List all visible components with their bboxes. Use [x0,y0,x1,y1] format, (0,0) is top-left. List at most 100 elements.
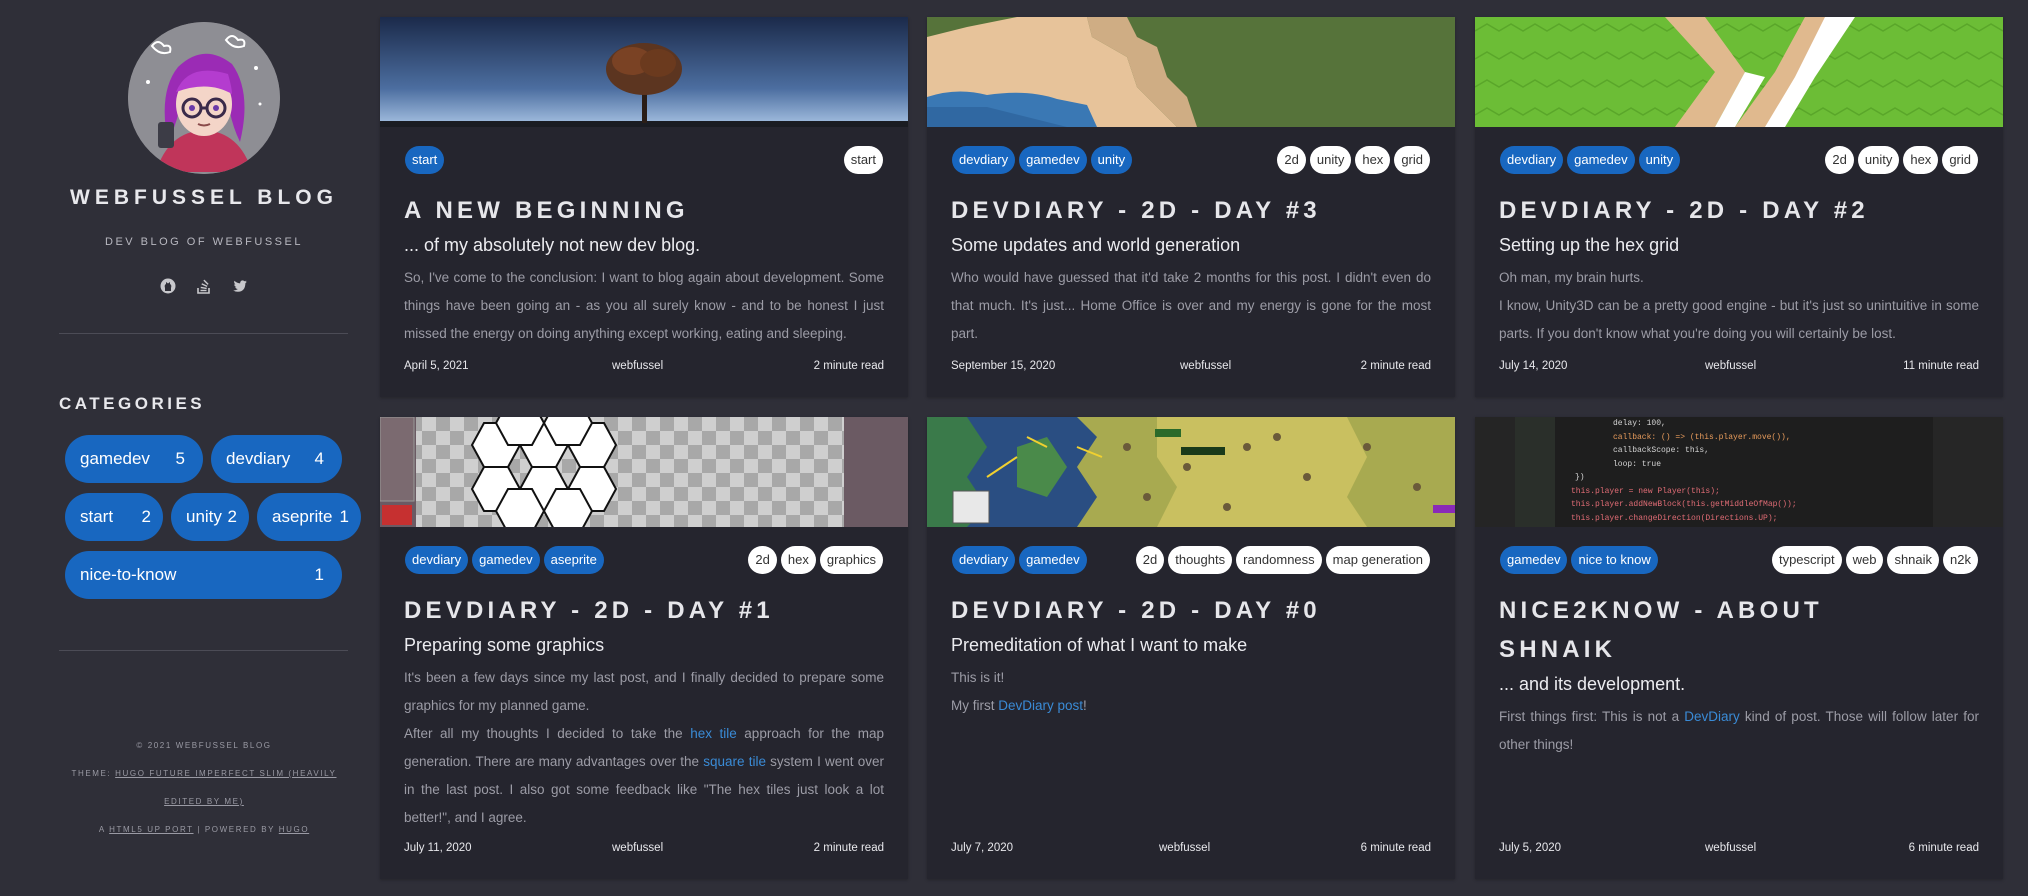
post-tag[interactable]: unity [1309,146,1352,174]
post-tag[interactable]: typescript [1771,546,1842,574]
avatar-illustration [128,22,280,174]
post-title[interactable]: DEVDIARY - 2D - DAY #3 [951,191,1431,230]
post-tags: 2d unity hex grid [1277,146,1430,174]
github-icon[interactable] [160,278,176,294]
category-tag[interactable]: gamedev [1567,146,1635,174]
post-image[interactable] [380,417,908,527]
post-tag[interactable]: shnaik [1887,546,1940,574]
category-tag[interactable]: gamedev [1019,146,1087,174]
devdiary-post-link[interactable]: DevDiary post [998,698,1083,713]
avatar[interactable] [128,22,280,174]
twitter-icon[interactable] [232,278,248,294]
code-gutter-highlight [1515,417,1555,527]
post-tag[interactable]: hex [1903,146,1939,174]
category-tag[interactable]: gamedev [472,546,540,574]
footer-copyright: © 2021 WEBFUSSEL BLOG [136,741,272,750]
post-read-time: 2 minute read [813,842,884,854]
category-tag[interactable]: devdiary [952,146,1016,174]
theme-link-2[interactable]: EDITED BY ME) [164,797,244,806]
post-tag[interactable]: web [1845,546,1884,574]
hex-tile-link[interactable]: hex tile [690,726,737,741]
post-excerpt-paragraph: It's been a few days since my last post,… [404,670,884,713]
post-image[interactable] [927,417,1455,527]
footer-theme: THEME: HUGO FUTURE IMPERFECT SLIM (HEAVI… [59,769,349,778]
post-title[interactable]: DEVDIARY - 2D - DAY #2 [1499,191,1979,230]
post-read-time: 2 minute read [1360,360,1431,372]
sidebar: WEBFUSSEL BLOG DEV BLOG OF WEBFUSSEL CAT… [59,0,361,896]
post-date: September 15, 2020 [951,360,1056,372]
post-image[interactable]: delay: 100, callback: () => (this.player.… [1475,417,2003,527]
post-tag[interactable]: hex [1355,146,1391,174]
theme-link[interactable]: HUGO FUTURE IMPERFECT SLIM (HEAVILY [115,769,336,778]
category-label: devdiary [226,449,291,468]
post-excerpt-paragraph: After all my thoughts I decided to take … [404,720,884,832]
category-aseprite[interactable]: aseprite 1 [257,493,361,541]
category-tag[interactable]: start [405,146,445,174]
category-unity[interactable]: unity 2 [171,493,249,541]
post-author[interactable]: webfussel [612,360,663,372]
post-excerpt-paragraph: First things first: This is not a DevDia… [1499,703,1979,759]
post-image[interactable] [380,17,908,127]
post-tag[interactable]: hex [780,546,816,574]
category-count: 1 [339,507,349,526]
category-gamedev[interactable]: gamedev 5 [65,435,203,483]
post-tags: 2d unity hex grid [1825,146,1978,174]
category-tag[interactable]: devdiary [405,546,469,574]
post-tag[interactable]: map generation [1325,546,1430,574]
post-title[interactable]: NICE2KNOW - ABOUT SHNAIK [1499,591,1979,669]
post-tag[interactable]: n2k [1943,546,1978,574]
category-tag[interactable]: unity [1090,146,1133,174]
post-title[interactable]: DEVDIARY - 2D - DAY #1 [404,591,884,630]
post-tag[interactable]: graphics [819,546,883,574]
post-tag[interactable]: start [843,146,883,174]
footer-port-prefix: A [98,825,106,834]
post-tag[interactable]: 2d [1825,146,1854,174]
category-tag[interactable]: gamedev [1500,546,1568,574]
text: ! [1083,698,1087,713]
post-tag[interactable]: 2d [1277,146,1306,174]
category-tag[interactable]: aseprite [543,546,604,574]
hugo-link[interactable]: HUGO [279,825,309,834]
post-author[interactable]: webfussel [612,842,663,854]
post-date: April 5, 2021 [404,360,469,372]
category-nice-to-know[interactable]: nice-to-know 1 [65,551,342,599]
category-start[interactable]: start 2 [65,493,163,541]
category-tag[interactable]: unity [1638,146,1681,174]
code-gutter [1475,417,1515,527]
post-tag[interactable]: grid [1942,146,1978,174]
stack-overflow-icon[interactable] [196,278,212,294]
devdiary-link[interactable]: DevDiary [1684,709,1740,724]
post-title[interactable]: DEVDIARY - 2D - DAY #0 [951,591,1431,630]
category-tag[interactable]: gamedev [1019,546,1087,574]
category-count: 1 [314,565,324,584]
category-tag[interactable]: devdiary [952,546,1016,574]
post-tag[interactable]: thoughts [1168,546,1233,574]
blog-title[interactable]: WEBFUSSEL BLOG [59,186,349,210]
category-devdiary[interactable]: devdiary 4 [211,435,342,483]
post-read-time: 11 minute read [1903,360,1979,372]
post-tag[interactable]: grid [1394,146,1430,174]
html5up-link[interactable]: HTML5 UP PORT [109,825,193,834]
post-author[interactable]: webfussel [1705,360,1756,372]
divider [59,650,348,651]
post-tag[interactable]: randomness [1236,546,1322,574]
post-title-line: SHNAIK [1499,636,1617,663]
category-tag[interactable]: nice to know [1571,546,1658,574]
code-line: callback: () => (this.player.move()), [1613,432,1791,442]
square-tile-link[interactable]: square tile [703,754,766,769]
post-author[interactable]: webfussel [1159,842,1210,854]
post-tag[interactable]: 2d [748,546,777,574]
category-tag[interactable]: devdiary [1500,146,1564,174]
category-count: 2 [141,507,151,526]
post-tag[interactable]: 2d [1135,546,1165,574]
post-image[interactable] [927,17,1455,127]
text: After all my thoughts I decided to take … [404,726,691,741]
post-excerpt: Who would have guessed that it'd take 2 … [951,264,1431,348]
code-snippet: delay: 100, callback: () => (this.player.… [1571,417,1797,525]
post-author[interactable]: webfussel [1180,360,1231,372]
post-image[interactable] [1475,17,2003,127]
post-title[interactable]: A NEW BEGINNING [404,191,884,230]
footer-powered: A HTML5 UP PORT | POWERED BY HUGO [59,825,349,834]
post-author[interactable]: webfussel [1705,842,1756,854]
post-tag[interactable]: unity [1857,146,1900,174]
